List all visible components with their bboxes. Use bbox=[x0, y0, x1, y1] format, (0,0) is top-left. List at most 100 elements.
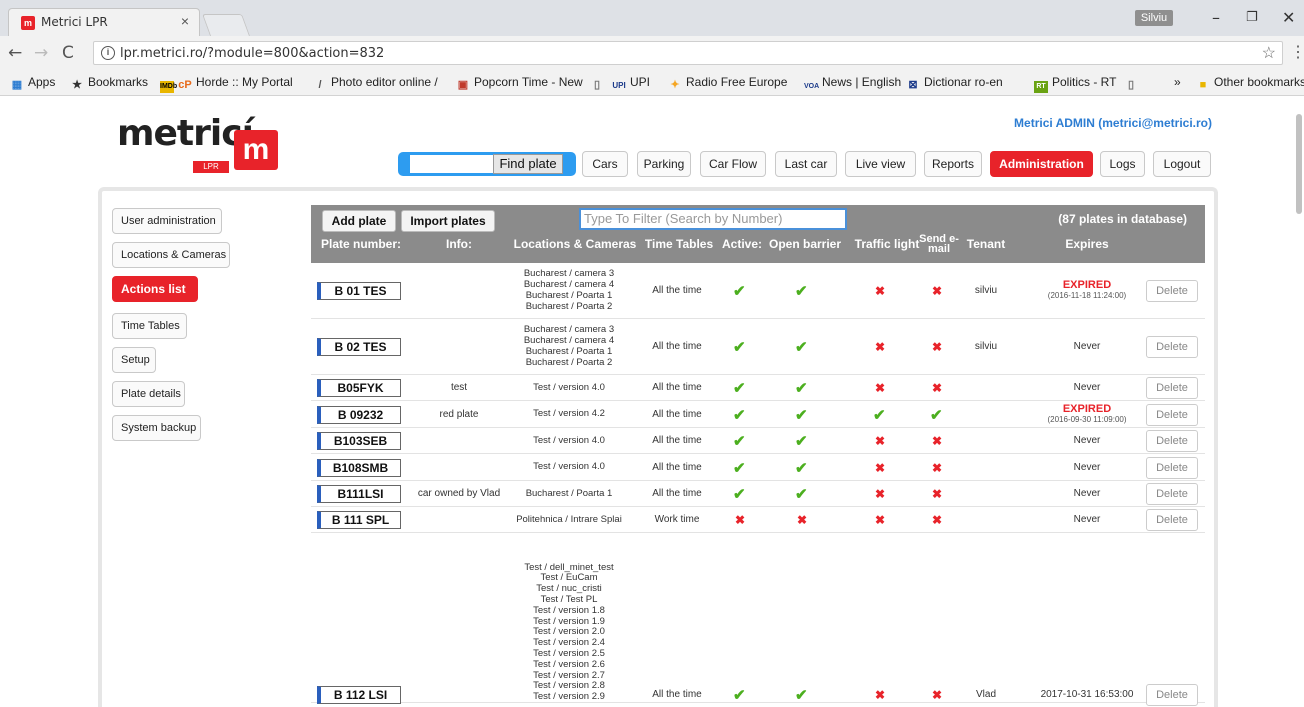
page-scrollbar[interactable] bbox=[1296, 114, 1302, 214]
plate-number[interactable]: B103SEB bbox=[317, 432, 401, 450]
open-barrier-check-icon: ✔ bbox=[795, 406, 808, 424]
back-icon[interactable]: ← bbox=[8, 43, 22, 63]
window-close-icon[interactable]: ✕ bbox=[1282, 8, 1295, 27]
imdb-icon: IMDb bbox=[160, 81, 177, 93]
current-user[interactable]: Metrici ADMIN (metrici@metrici.ro) bbox=[1014, 116, 1212, 130]
bookmark-blank-1[interactable]: ▯ bbox=[590, 75, 608, 91]
url-text[interactable]: lpr.metrici.ro/?module=800&action=832 bbox=[120, 46, 384, 61]
sidebar-item-plate-details[interactable]: Plate details bbox=[112, 381, 185, 407]
browser-menu-icon[interactable]: ⋮ bbox=[1290, 42, 1304, 62]
nav-reports[interactable]: Reports bbox=[924, 151, 982, 177]
rt-icon: RT bbox=[1034, 81, 1048, 93]
active-check-icon: ✔ bbox=[733, 687, 746, 704]
sidebar-item-time-tables[interactable]: Time Tables bbox=[112, 313, 187, 339]
delete-button[interactable]: Delete bbox=[1146, 403, 1198, 426]
bookmarks-overflow[interactable]: » bbox=[1174, 75, 1181, 89]
plate-number[interactable]: B05FYK bbox=[317, 379, 401, 397]
close-tab-icon[interactable]: × bbox=[181, 13, 189, 29]
send-email-cross-icon: ✖ bbox=[932, 340, 943, 354]
bookmark-star-icon[interactable]: ☆ bbox=[1262, 43, 1276, 63]
location-item: Test / version 2.6 bbox=[533, 658, 605, 670]
time-table: All the time bbox=[652, 488, 702, 499]
location-list: Politehnica / Intrare Splai bbox=[501, 514, 637, 526]
horde-icon: cP bbox=[178, 79, 192, 91]
delete-button[interactable]: Delete bbox=[1146, 456, 1198, 479]
bookmark-popcorn-time[interactable]: ▣ Popcorn Time - New bbox=[456, 75, 583, 91]
bookmark-apps[interactable]: ▦ Apps bbox=[10, 75, 56, 91]
plate-number[interactable]: B 01 TES bbox=[317, 282, 401, 300]
bookmark-rt[interactable]: RT Politics - RT bbox=[1034, 75, 1116, 93]
sidebar-item-actions-list[interactable]: Actions list bbox=[112, 276, 198, 302]
plate-number[interactable]: B 09232 bbox=[317, 405, 401, 424]
col-active: Active: bbox=[721, 237, 762, 251]
bookmark-rfe[interactable]: ✦ Radio Free Europe bbox=[668, 75, 787, 91]
bookmark-voa[interactable]: VOA News | English bbox=[804, 75, 901, 93]
bookmark-dictionar[interactable]: ⊠ Dictionar ro-en bbox=[906, 75, 1002, 91]
delete-button[interactable]: Delete bbox=[1146, 483, 1198, 505]
minimize-icon[interactable]: – bbox=[1212, 8, 1220, 27]
logo-lpr: LPR bbox=[193, 161, 229, 173]
new-tab-button[interactable] bbox=[201, 14, 251, 36]
reload-icon[interactable]: C bbox=[62, 43, 74, 63]
sidebar-item-locations-cameras[interactable]: Locations & Cameras bbox=[112, 242, 230, 268]
nav-live-view[interactable]: Live view bbox=[845, 151, 916, 177]
info-icon[interactable]: i bbox=[101, 46, 115, 60]
location-item: Bucharest / Poarta 2 bbox=[525, 356, 613, 368]
plate-number[interactable]: B111LSI bbox=[317, 485, 401, 503]
rfe-icon: ✦ bbox=[670, 79, 680, 91]
nav-administration[interactable]: Administration bbox=[990, 151, 1093, 177]
address-bar[interactable]: i lpr.metrici.ro/?module=800&action=832 … bbox=[93, 41, 1283, 65]
location-list: Bucharest / camera 3 Bucharest / camera 4… bbox=[501, 325, 637, 368]
page-icon: ▯ bbox=[1127, 79, 1135, 91]
sidebar-item-setup[interactable]: Setup bbox=[112, 347, 156, 373]
delete-button[interactable]: Delete bbox=[1146, 509, 1198, 531]
send-email-cross-icon: ✖ bbox=[932, 284, 943, 298]
expired-date: (2016-11-18 11:24:00) bbox=[1047, 291, 1127, 300]
traffic-light-cross-icon: ✖ bbox=[875, 688, 886, 702]
nav-last-car[interactable]: Last car bbox=[775, 151, 837, 177]
col-plate-number: Plate number: bbox=[320, 237, 401, 251]
plate-number[interactable]: B 112 LSI bbox=[317, 686, 401, 704]
forward-icon[interactable]: → bbox=[34, 43, 48, 63]
bookmark-upi[interactable]: UPI UPI bbox=[612, 75, 650, 92]
find-plate-button[interactable]: Find plate bbox=[493, 154, 563, 174]
plate-number[interactable]: B 02 TES bbox=[317, 338, 401, 356]
nav-logs[interactable]: Logs bbox=[1100, 151, 1145, 177]
apps-grid-icon: ▦ bbox=[11, 79, 23, 91]
restore-icon[interactable]: ❐ bbox=[1246, 10, 1258, 25]
plate-info: red plate bbox=[439, 408, 479, 420]
browser-tab[interactable]: m Metrici LPR × bbox=[8, 8, 200, 36]
open-barrier-check-icon: ✔ bbox=[795, 433, 808, 450]
delete-button[interactable]: Delete bbox=[1146, 430, 1198, 452]
bookmark-blank-2[interactable]: ▯ bbox=[1124, 75, 1142, 91]
traffic-light-cross-icon: ✖ bbox=[875, 340, 886, 354]
nav-cars[interactable]: Cars bbox=[582, 151, 628, 177]
bookmark-bookmarks[interactable]: ★ Bookmarks bbox=[70, 75, 148, 91]
find-plate-input[interactable] bbox=[410, 155, 494, 173]
profile-button[interactable]: Silviu bbox=[1135, 10, 1173, 26]
table-row: B 111 SPL Politehnica / Intrare Splai Work… bbox=[311, 507, 1205, 533]
nav-car-flow[interactable]: Car Flow bbox=[700, 151, 766, 177]
sidebar-item-system-backup[interactable]: System backup bbox=[112, 415, 201, 441]
sidebar-item-user-administration[interactable]: User administration bbox=[112, 208, 222, 234]
open-barrier-check-icon: ✔ bbox=[795, 486, 808, 503]
nav-logout[interactable]: Logout bbox=[1153, 151, 1211, 177]
plate-number[interactable]: B 111 SPL bbox=[317, 511, 401, 529]
bookmark-horde[interactable]: IMDbcP Horde :: My Portal bbox=[160, 75, 293, 93]
nav-parking[interactable]: Parking bbox=[637, 151, 691, 177]
delete-button[interactable]: Delete bbox=[1146, 377, 1198, 399]
delete-button[interactable]: Delete bbox=[1146, 280, 1198, 302]
tab-title: Metrici LPR bbox=[41, 15, 108, 29]
filter-input[interactable]: Type To Filter (Search by Number) bbox=[579, 208, 847, 230]
bookmark-photo-editor[interactable]: / Photo editor online / bbox=[313, 75, 437, 91]
delete-button[interactable]: Delete bbox=[1146, 336, 1198, 358]
import-plates-button[interactable]: Import plates bbox=[401, 210, 495, 232]
voa-icon: VOA bbox=[804, 83, 820, 90]
tenant: silviu bbox=[974, 341, 998, 352]
add-plate-button[interactable]: Add plate bbox=[322, 210, 396, 232]
plate-number[interactable]: B108SMB bbox=[317, 458, 401, 477]
location-list: Test / version 4.2 bbox=[501, 408, 637, 420]
traffic-light-cross-icon: ✖ bbox=[875, 434, 886, 448]
bookmark-other[interactable]: ■ Other bookmarks bbox=[1196, 75, 1304, 91]
active-cross-icon: ✖ bbox=[735, 513, 746, 527]
